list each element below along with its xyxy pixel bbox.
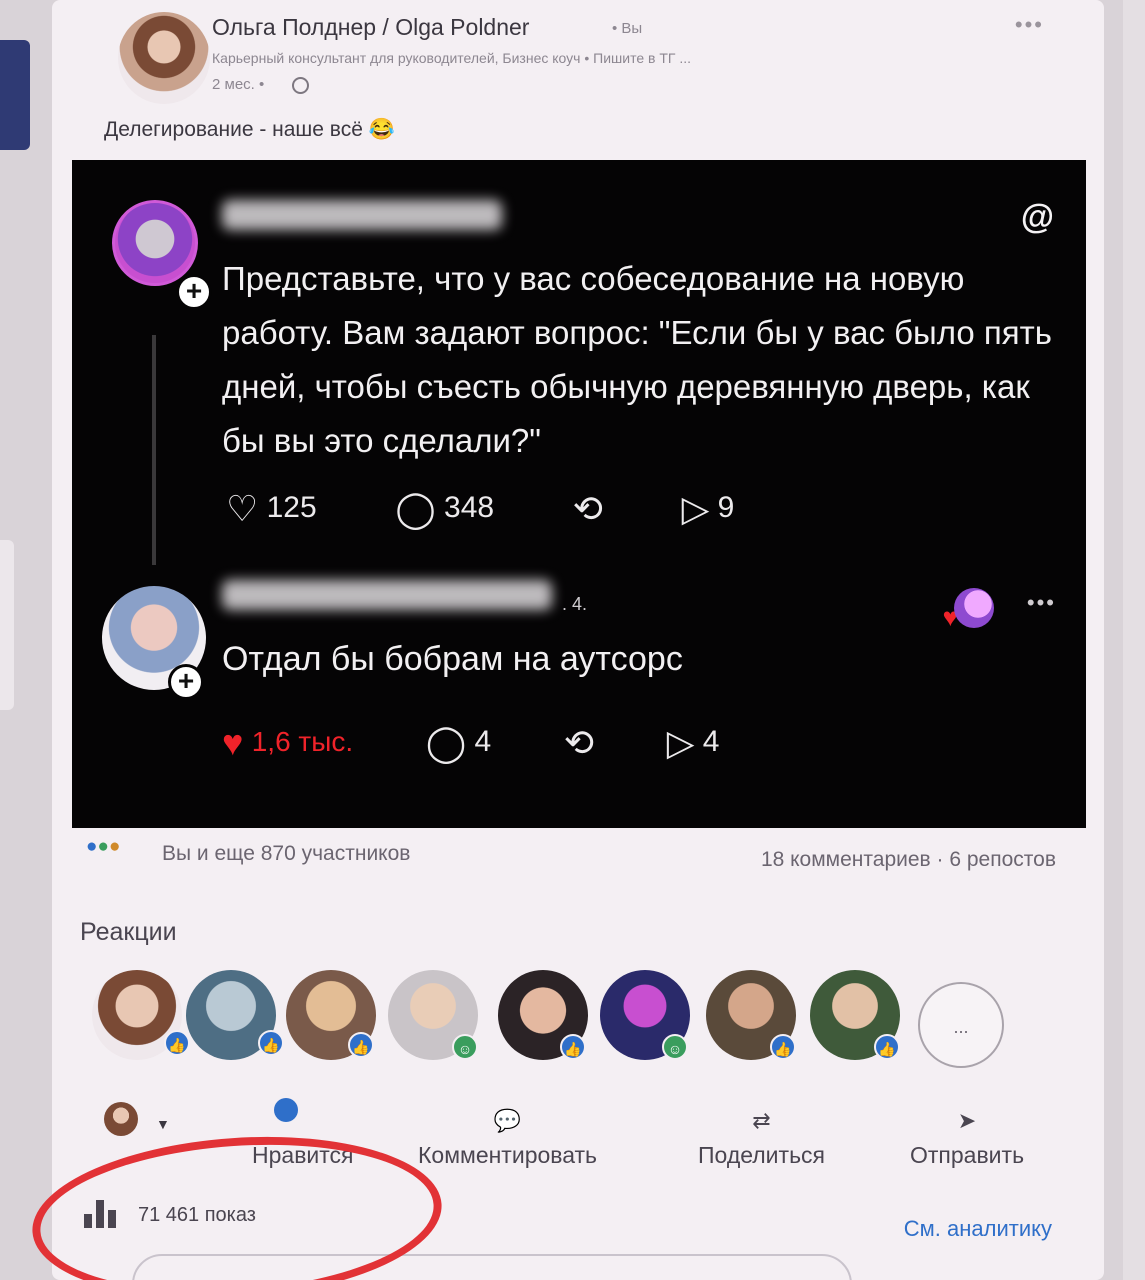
repost-icon: ⟲ [572, 488, 603, 529]
background-right-edge [1123, 0, 1145, 1280]
blurred-username [222, 200, 502, 230]
celebrate-icon: ☺ [662, 1034, 688, 1060]
like-icon: 👍 [770, 1034, 796, 1060]
share-button-label: Поделиться [698, 1142, 826, 1168]
repost-icon: ⇄ [752, 1108, 771, 1133]
post-age: 2 мес. • [212, 76, 265, 93]
comment-button-label: Комментировать [418, 1142, 598, 1168]
send-icon: ▷ [681, 488, 710, 529]
threads-question-text: Представьте, что у вас собеседование на … [222, 260, 1052, 459]
reply-reactor-avatar [954, 588, 994, 628]
repost-icon: ⟲ [563, 722, 595, 763]
reply-shares: 4 [702, 724, 720, 758]
insightful-icon: ● [108, 836, 121, 857]
feed-post-card: Ольга Полднер / Olga Poldner • Вы Карьер… [52, 0, 1104, 1280]
blurred-reply-username [222, 580, 552, 610]
reply-more-icon: ••• [1026, 590, 1056, 615]
threads-author-avatar [112, 200, 198, 286]
reactions-title: Реакции [80, 918, 177, 946]
reply-actions: ♥ 1,6 тыс. ◯ 4 ⟲ ▷ 4 [222, 722, 719, 764]
comments-reposts-count[interactable]: 18 комментариев · 6 репостов [761, 848, 1056, 872]
reply-likes: 1,6 тыс. [251, 725, 354, 757]
threads-icon: @ [1020, 198, 1054, 236]
like-icon: 👍 [560, 1034, 586, 1060]
comment-icon: ◯ [425, 722, 467, 763]
reply-comments: 4 [474, 724, 492, 758]
reply-handle-tail: . 4. [562, 594, 588, 614]
reaction-type-icons[interactable]: ●●● [86, 836, 120, 858]
like-icon: 👍 [164, 1030, 190, 1056]
send-button-label: Отправить [910, 1142, 1025, 1168]
question-shares: 9 [717, 490, 735, 524]
send-icon: ▷ [666, 722, 695, 763]
like-icon [274, 1098, 298, 1122]
author-headline: Карьерный консультант для руководителей,… [212, 50, 692, 66]
like-icon: 👍 [258, 1030, 284, 1056]
like-icon: ● [86, 836, 98, 857]
like-icon: 👍 [874, 1034, 900, 1060]
heart-icon: ♡ [226, 488, 259, 529]
comment-icon: 💬 [493, 1108, 522, 1133]
author-name[interactable]: Ольга Полднер / Olga Poldner [212, 14, 529, 41]
globe-icon [292, 77, 309, 94]
chevron-down-icon[interactable]: ▼ [156, 1116, 170, 1132]
embedded-threads-screenshot[interactable]: + @ Представьте, что у вас собеседование… [72, 160, 1086, 828]
view-analytics-link[interactable]: См. аналитику [904, 1216, 1052, 1242]
follow-plus-icon: + [176, 274, 212, 310]
comment-button[interactable]: 💬 Комментировать [418, 1108, 597, 1169]
post-text: Делегирование - наше всё 😂 [104, 118, 395, 141]
celebrate-icon: ● [97, 836, 109, 857]
author-relation: • Вы [612, 20, 643, 37]
author-avatar[interactable] [118, 12, 210, 104]
send-icon: ➤ [957, 1108, 977, 1133]
reply-text: Отдал бы бобрам на аутсорс [222, 640, 683, 678]
post-more-button[interactable]: ••• [1015, 12, 1044, 38]
send-button[interactable]: ➤ Отправить [910, 1108, 1024, 1169]
background-card-edge [0, 540, 14, 710]
celebrate-icon: ☺ [452, 1034, 478, 1060]
question-comments: 348 [444, 490, 495, 524]
like-icon: 👍 [348, 1032, 374, 1058]
question-likes: 125 [266, 490, 317, 524]
share-button[interactable]: ⇄ Поделиться [698, 1108, 825, 1169]
actor-switch-avatar[interactable] [104, 1102, 138, 1136]
follow-plus-icon-reply: + [168, 664, 204, 700]
heart-filled-icon: ♥ [222, 722, 244, 763]
reactions-summary[interactable]: Вы и еще 870 участников [162, 842, 410, 866]
thread-connector-line [152, 335, 156, 565]
question-actions: ♡ 125 ◯ 348 ⟲ ▷ 9 [226, 488, 734, 530]
background-sidebar-strip [0, 40, 30, 150]
comment-icon: ◯ [395, 488, 436, 529]
more-reactors-button[interactable]: ... [918, 982, 1004, 1068]
